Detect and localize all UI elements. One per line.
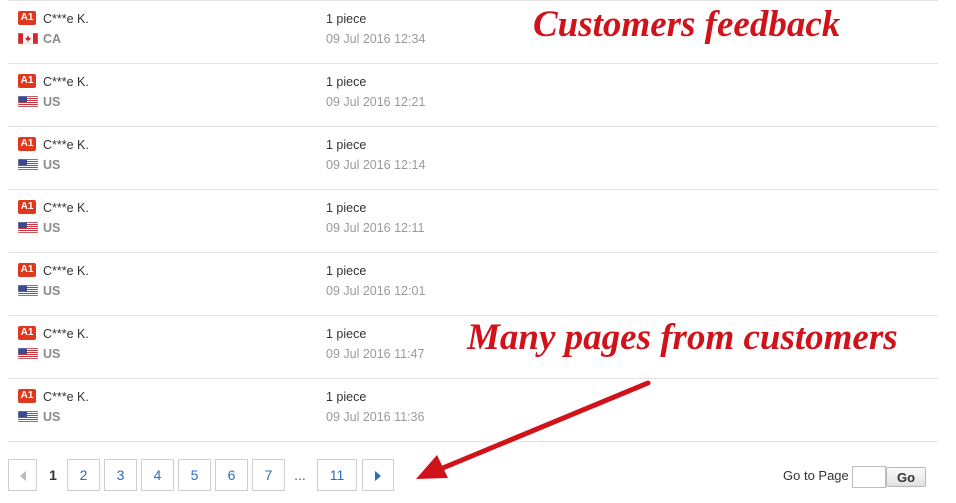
- chevron-left-icon: [19, 471, 26, 482]
- us-flag-icon: [18, 96, 38, 107]
- order-date: 09 Jul 2016 11:47: [326, 347, 425, 361]
- order-quantity: 1 piece: [326, 12, 367, 26]
- feedback-row: A1 C***e K. US 1 piece 09 Jul 2016 11:36: [8, 379, 938, 442]
- order-date: 09 Jul 2016 12:11: [326, 221, 425, 235]
- buyer-level-badge: A1: [18, 11, 36, 25]
- us-flag-icon: [18, 348, 38, 359]
- feedback-row: A1 C***e K. US 1 piece 09 Jul 2016 12:01: [8, 253, 938, 316]
- annotation-many-pages: Many pages from customers: [467, 317, 898, 358]
- order-quantity: 1 piece: [326, 75, 367, 89]
- feedback-row: A1 C***e K. US 1 piece 09 Jul 2016 12:11: [8, 190, 938, 253]
- us-flag-icon: [18, 159, 38, 170]
- buyer-country: US: [43, 158, 61, 172]
- annotation-customers-feedback: Customers feedback: [533, 4, 841, 45]
- us-flag-icon: [18, 222, 38, 233]
- order-date: 09 Jul 2016 11:36: [326, 410, 425, 424]
- goto-page-label: Go to Page: [783, 468, 849, 483]
- buyer-name: C***e K.: [43, 138, 89, 152]
- us-flag-icon: [18, 411, 38, 422]
- page-button-3[interactable]: 3: [104, 459, 137, 491]
- us-flag-icon: [18, 285, 38, 296]
- buyer-country: US: [43, 347, 61, 361]
- page-button-7[interactable]: 7: [252, 459, 285, 491]
- order-quantity: 1 piece: [326, 327, 367, 341]
- feedback-row: A1 C***e K. US 1 piece 09 Jul 2016 12:14: [8, 127, 938, 190]
- page-button-2[interactable]: 2: [67, 459, 100, 491]
- page-button-4[interactable]: 4: [141, 459, 174, 491]
- prev-page-button[interactable]: [8, 459, 37, 491]
- order-date: 09 Jul 2016 12:01: [326, 284, 426, 298]
- order-quantity: 1 piece: [326, 264, 367, 278]
- buyer-country: US: [43, 410, 61, 424]
- current-page: 1: [49, 467, 57, 483]
- goto-page-input[interactable]: [852, 466, 886, 488]
- pagination-ellipsis: ...: [294, 467, 306, 483]
- page-button-11[interactable]: 11: [317, 459, 357, 491]
- order-date: 09 Jul 2016 12:14: [326, 158, 426, 172]
- buyer-level-badge: A1: [18, 326, 36, 340]
- buyer-name: C***e K.: [43, 264, 89, 278]
- buyer-name: C***e K.: [43, 12, 89, 26]
- buyer-level-badge: A1: [18, 263, 36, 277]
- buyer-name: C***e K.: [43, 327, 89, 341]
- buyer-level-badge: A1: [18, 137, 36, 151]
- order-quantity: 1 piece: [326, 390, 367, 404]
- order-quantity: 1 piece: [326, 138, 367, 152]
- arrowhead: [416, 455, 448, 479]
- go-button[interactable]: Go: [886, 467, 926, 487]
- buyer-country: US: [43, 284, 61, 298]
- buyer-level-badge: A1: [18, 389, 36, 403]
- ca-flag-icon: [18, 33, 38, 44]
- order-date: 09 Jul 2016 12:21: [326, 95, 426, 109]
- order-quantity: 1 piece: [326, 201, 367, 215]
- order-date: 09 Jul 2016 12:34: [326, 32, 426, 46]
- page-button-6[interactable]: 6: [215, 459, 248, 491]
- buyer-name: C***e K.: [43, 390, 89, 404]
- page-button-5[interactable]: 5: [178, 459, 211, 491]
- feedback-list: A1 C***e K. CA 1 piece 09 Jul 2016 12:34 A1 C*…: [8, 0, 938, 442]
- feedback-row: A1 C***e K. US 1 piece 09 Jul 2016 12:21: [8, 64, 938, 127]
- next-page-button[interactable]: [362, 459, 394, 491]
- buyer-country: US: [43, 95, 61, 109]
- buyer-level-badge: A1: [18, 74, 36, 88]
- buyer-country: US: [43, 221, 61, 235]
- buyer-name: C***e K.: [43, 75, 89, 89]
- chevron-right-icon: [375, 471, 381, 482]
- feedback-page: A1 C***e K. CA 1 piece 09 Jul 2016 12:34 A1 C*…: [0, 0, 956, 503]
- buyer-name: C***e K.: [43, 201, 89, 215]
- buyer-level-badge: A1: [18, 200, 36, 214]
- buyer-country: CA: [43, 32, 62, 46]
